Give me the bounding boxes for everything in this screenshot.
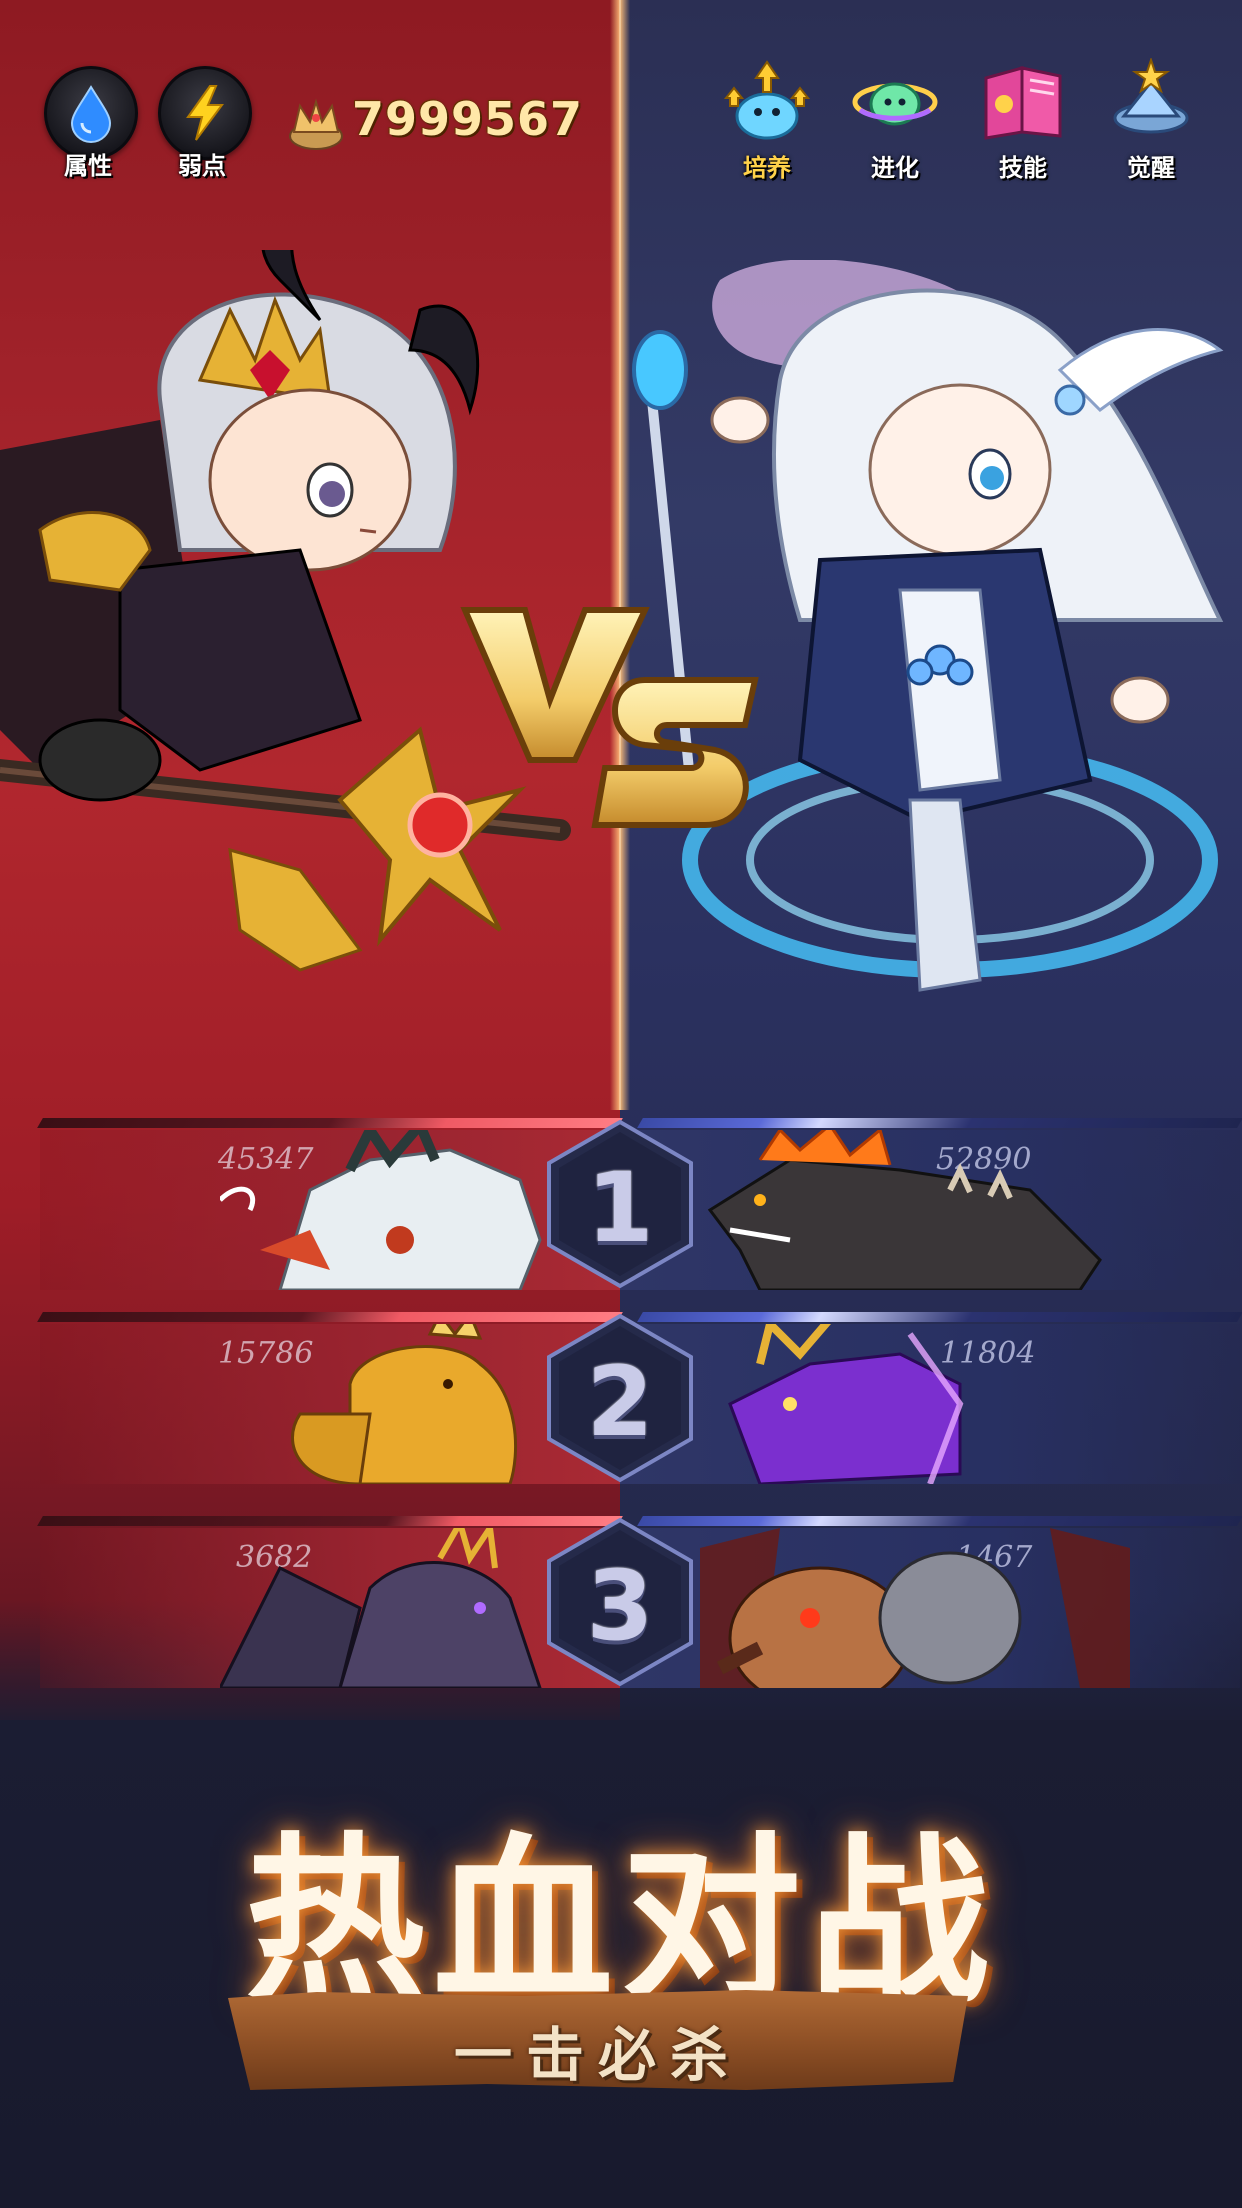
menu-awaken-label: 觉醒	[1127, 154, 1175, 182]
menu-skill-label: 技能	[999, 154, 1047, 182]
slime-upgrade-icon	[723, 60, 811, 140]
vs-emblem	[460, 607, 759, 828]
menu-skill[interactable]: 技能	[968, 58, 1078, 182]
purple-dragon-monster	[728, 1324, 964, 1484]
left-health-bar	[37, 1118, 623, 1128]
white-wolf-monster	[220, 1130, 542, 1290]
menu-train[interactable]: 培养	[712, 58, 822, 182]
weakness-label: 弱点	[178, 152, 226, 180]
dark-dragon-monster	[220, 1528, 542, 1688]
golden-lion-monster	[291, 1324, 518, 1484]
slime-evolve-icon	[852, 82, 938, 126]
crown-coin-icon	[289, 98, 343, 150]
matchup-number: 2	[586, 1346, 654, 1458]
skill-book-icon	[984, 66, 1062, 140]
fire-hound-monster	[707, 1130, 1102, 1290]
right-health-bar	[637, 1118, 1242, 1128]
matchup-row-3: 3682 1467 3	[37, 1516, 1242, 1706]
fire-ogre-monster	[700, 1528, 1130, 1688]
left-health-bar	[37, 1312, 623, 1322]
matchup-number: 3	[586, 1550, 654, 1662]
menu-evolve-label: 进化	[871, 154, 919, 182]
lightning-icon	[186, 85, 224, 141]
water-drop-icon	[70, 85, 112, 143]
awaken-crystal-icon	[1113, 58, 1189, 134]
matchup-row-1: 45347 52890 1	[37, 1118, 1242, 1308]
right-health-bar	[637, 1312, 1242, 1322]
menu-awaken[interactable]: 觉醒	[1096, 58, 1206, 182]
left-health-bar	[37, 1516, 623, 1526]
promo-subtitle: 一击必杀	[453, 2021, 742, 2089]
currency-value: 7999567	[352, 92, 584, 146]
matchup-row-2: 15786 11804 2	[37, 1312, 1242, 1502]
menu-evolve[interactable]: 进化	[840, 58, 950, 182]
menu-train-label: 培养	[743, 154, 791, 182]
matchup-number: 1	[586, 1152, 654, 1264]
attribute-label: 属性	[64, 152, 112, 180]
right-health-bar	[637, 1516, 1242, 1526]
